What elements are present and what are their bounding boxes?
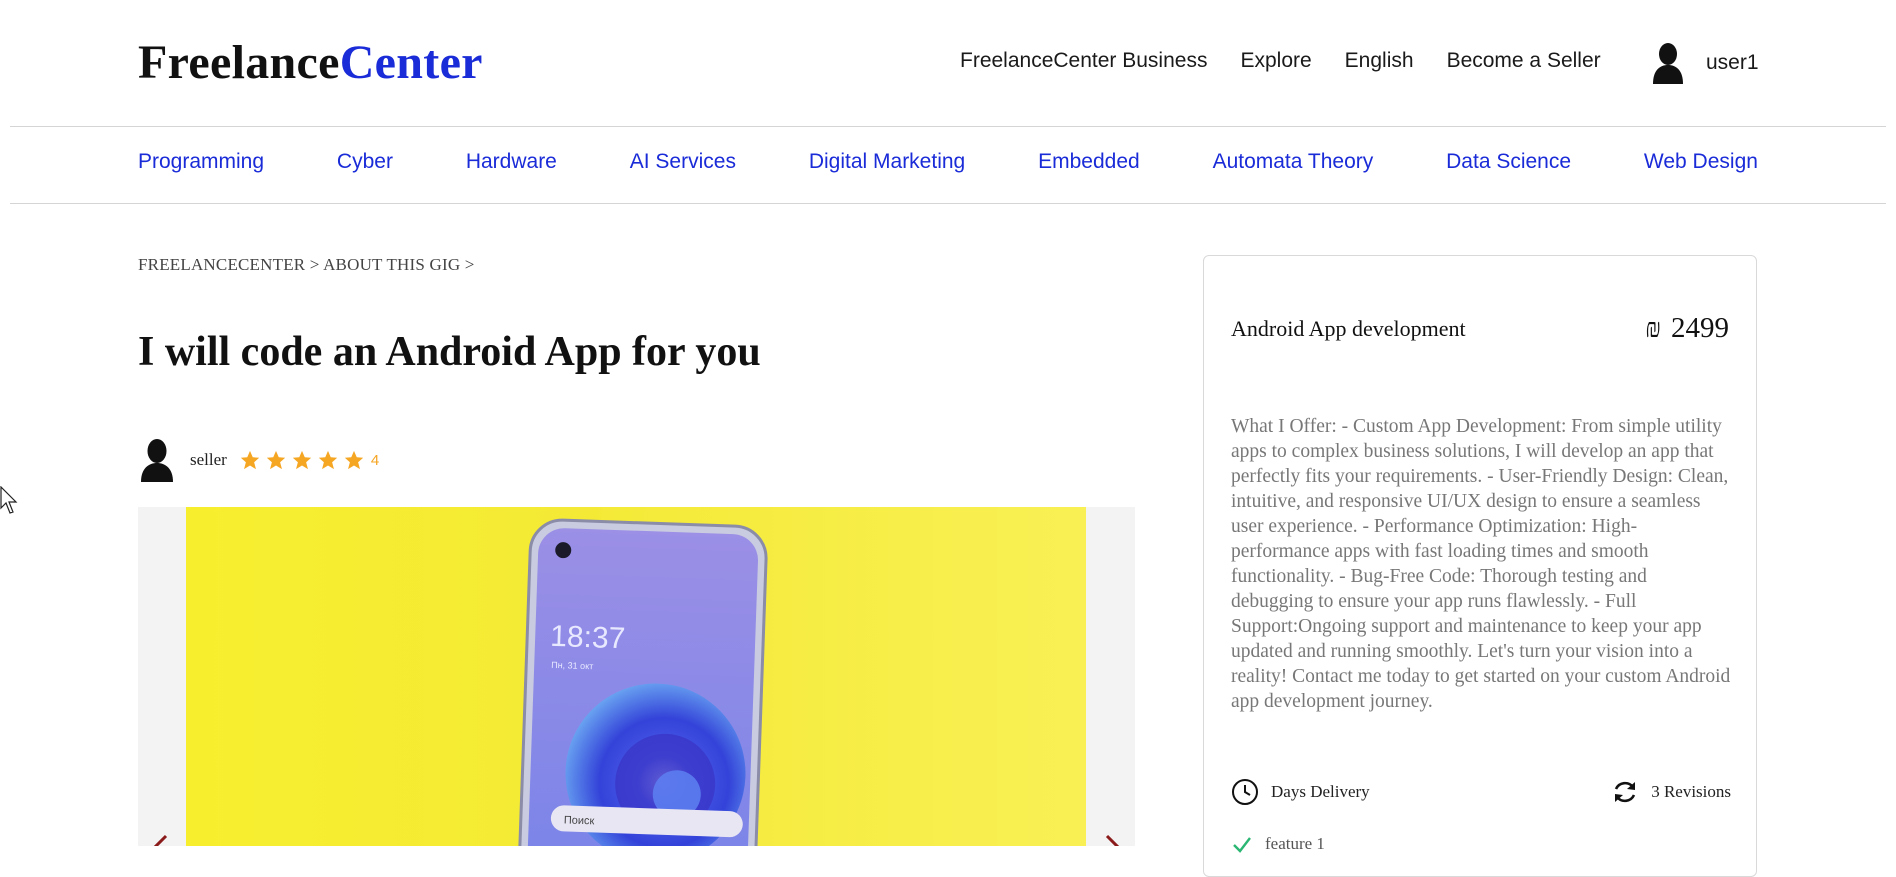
package-card: Android App development ₪ 2499 What I Of…	[1203, 255, 1757, 877]
package-description: What I Offer: - Custom App Development: …	[1231, 416, 1731, 712]
phone-date: Пн, 31 окт	[551, 660, 593, 671]
package-name: Android App development	[1231, 316, 1466, 341]
gig-image: 18:37 Пн, 31 окт Поиск	[186, 507, 1086, 846]
gig-title: I will code an Android App for you	[138, 329, 761, 375]
user-silhouette-icon	[1653, 43, 1683, 84]
star-icon	[240, 450, 259, 470]
username: user1	[1706, 51, 1759, 74]
category-digital-marketing[interactable]: Digital Marketing	[809, 150, 965, 174]
phone-clock: 18:37	[550, 620, 626, 656]
phone-illustration: 18:37 Пн, 31 окт Поиск	[186, 507, 1086, 846]
category-embedded[interactable]: Embedded	[1038, 150, 1140, 174]
star-icon	[318, 450, 337, 470]
category-nav: Programming Cyber Hardware AI Services D…	[138, 150, 1758, 174]
delivery-text: Days Delivery	[1271, 782, 1370, 801]
rating-stars	[239, 449, 369, 471]
chevron-left-icon[interactable]	[146, 832, 176, 846]
nav-language[interactable]: English	[1345, 49, 1414, 73]
clock-icon	[1232, 779, 1258, 805]
user-menu[interactable]: user1	[1650, 42, 1759, 84]
currency-symbol: ₪	[1645, 313, 1661, 343]
nav-freelancecenter-business[interactable]: FreelanceCenter Business	[960, 49, 1207, 73]
phone-search-placeholder: Поиск	[564, 814, 595, 827]
nav-explore[interactable]: Explore	[1240, 49, 1311, 73]
category-automata-theory[interactable]: Automata Theory	[1213, 150, 1374, 174]
revisions-text: 3 Revisions	[1651, 782, 1731, 801]
header-divider	[10, 126, 1886, 127]
seller-avatar-icon[interactable]	[138, 438, 176, 482]
feature-item: feature 1	[1231, 833, 1325, 855]
seller-name[interactable]: seller	[190, 450, 227, 470]
logo-text-center: Center	[339, 36, 483, 89]
breadcrumb[interactable]: FREELANCECENTER > ABOUT THIS GIG >	[138, 255, 475, 275]
category-hardware[interactable]: Hardware	[466, 150, 557, 174]
logo-text-freelance: Freelance	[138, 36, 340, 89]
package-price: ₪ 2499	[1645, 312, 1729, 345]
mouse-cursor-icon	[0, 486, 18, 514]
category-cyber[interactable]: Cyber	[337, 150, 393, 174]
category-programming[interactable]: Programming	[138, 150, 264, 174]
top-nav: FreelanceCenter Business Explore English…	[960, 46, 1634, 76]
chevron-right-icon[interactable]	[1097, 832, 1127, 846]
gig-image-carousel[interactable]: 18:37 Пн, 31 окт Поиск	[138, 507, 1135, 846]
category-ai-services[interactable]: AI Services	[630, 150, 736, 174]
revisions-info: 3 Revisions	[1611, 778, 1731, 806]
feature-text: feature 1	[1265, 834, 1325, 853]
refresh-icon	[1615, 781, 1636, 803]
star-icon	[266, 450, 285, 470]
category-web-design[interactable]: Web Design	[1644, 150, 1758, 174]
star-icon	[292, 450, 311, 470]
price-value: 2499	[1671, 312, 1729, 344]
star-icon	[344, 450, 363, 470]
seller-info: seller 4	[138, 438, 379, 482]
site-logo[interactable]: FreelanceCenter	[138, 36, 483, 90]
package-meta: Days Delivery 3 Revisions	[1231, 778, 1731, 806]
rating-value: 4	[370, 451, 380, 469]
check-icon	[1233, 837, 1251, 853]
nav-become-seller[interactable]: Become a Seller	[1447, 49, 1601, 73]
delivery-info: Days Delivery	[1231, 778, 1370, 806]
category-data-science[interactable]: Data Science	[1446, 150, 1571, 174]
category-divider	[10, 203, 1886, 204]
